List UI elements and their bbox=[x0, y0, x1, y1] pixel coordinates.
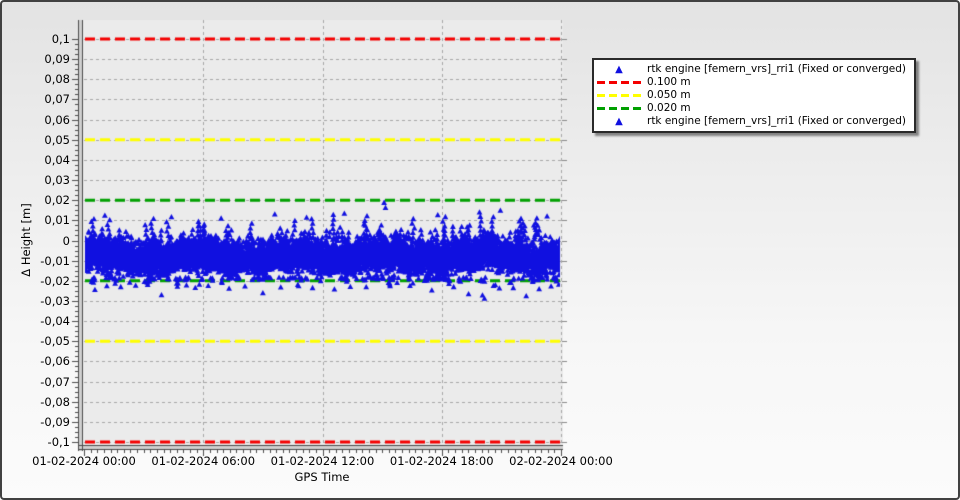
legend-entry-label: 0.020 m bbox=[647, 102, 691, 114]
legend-entry: 0.020 m bbox=[596, 102, 906, 115]
y-tick-label: -0,07 bbox=[40, 374, 70, 389]
y-tick-label: 0,06 bbox=[44, 112, 70, 127]
triangle-marker-icon: ▲ bbox=[615, 63, 623, 75]
x-tick-label: 01-02-2024 12:00 bbox=[270, 454, 375, 468]
legend-marker-triangle: ▲ bbox=[596, 63, 642, 75]
y-tick-label: -0,03 bbox=[40, 293, 70, 308]
legend-box: ▲ rtk engine [femern_vrs]_rri1 (Fixed or … bbox=[592, 58, 916, 133]
triangle-marker-icon: ▲ bbox=[615, 115, 623, 127]
x-tick-label: 01-02-2024 00:00 bbox=[32, 454, 136, 468]
y-tick-label: -0,04 bbox=[40, 314, 70, 329]
legend-marker-triangle: ▲ bbox=[596, 115, 642, 127]
x-tick-label: 02-02-2024 00:00 bbox=[509, 454, 613, 468]
y-tick-label: 0,07 bbox=[44, 92, 70, 107]
legend-marker-dash bbox=[596, 107, 642, 110]
y-tick-label: 0,1 bbox=[51, 32, 70, 46]
legend-entry: ▲ rtk engine [femern_vrs]_rri1 (Fixed or … bbox=[596, 115, 906, 128]
y-tick-label: -0,1 bbox=[47, 435, 70, 449]
y-tick-label: 0,03 bbox=[44, 173, 70, 188]
x-axis-title: GPS Time bbox=[294, 470, 350, 484]
y-tick-label: -0,06 bbox=[40, 354, 70, 369]
y-tick-label: 0,04 bbox=[44, 152, 70, 167]
dashed-line-marker-icon bbox=[597, 107, 641, 110]
y-tick-label: -0,08 bbox=[40, 394, 70, 409]
y-axis-title: Δ Height [m] bbox=[19, 203, 33, 277]
y-tick-label: 0,08 bbox=[44, 72, 70, 87]
legend-entry-label: rtk engine [femern_vrs]_rri1 (Fixed or c… bbox=[647, 115, 906, 127]
legend-entry: 0.100 m bbox=[596, 76, 906, 89]
y-tick-label: 0,09 bbox=[44, 52, 70, 67]
legend-entry: ▲ rtk engine [femern_vrs]_rri1 (Fixed or … bbox=[596, 63, 906, 76]
legend-marker-dash bbox=[596, 94, 642, 97]
legend-marker-dash bbox=[596, 81, 642, 84]
legend-entry-label: 0.050 m bbox=[647, 89, 691, 101]
y-tick-label: 0,05 bbox=[44, 132, 70, 147]
y-tick-label: -0,09 bbox=[40, 414, 70, 429]
legend-entry-label: rtk engine [femern_vrs]_rri1 (Fixed or c… bbox=[647, 63, 906, 75]
legend-entry: 0.050 m bbox=[596, 89, 906, 102]
chart-frame: 0,1 0,09 0,08 0,07 0,06 0,05 0,04 0,03 0,02 0,01 0… bbox=[0, 0, 960, 500]
legend-entry-label: 0.100 m bbox=[647, 76, 691, 88]
x-tick-label: 01-02-2024 18:00 bbox=[389, 454, 494, 468]
y-tick-label: -0,05 bbox=[40, 334, 70, 349]
dashed-line-marker-icon bbox=[597, 81, 641, 84]
dashed-line-marker-icon bbox=[597, 94, 641, 97]
x-tick-label: 01-02-2024 06:00 bbox=[151, 454, 256, 468]
